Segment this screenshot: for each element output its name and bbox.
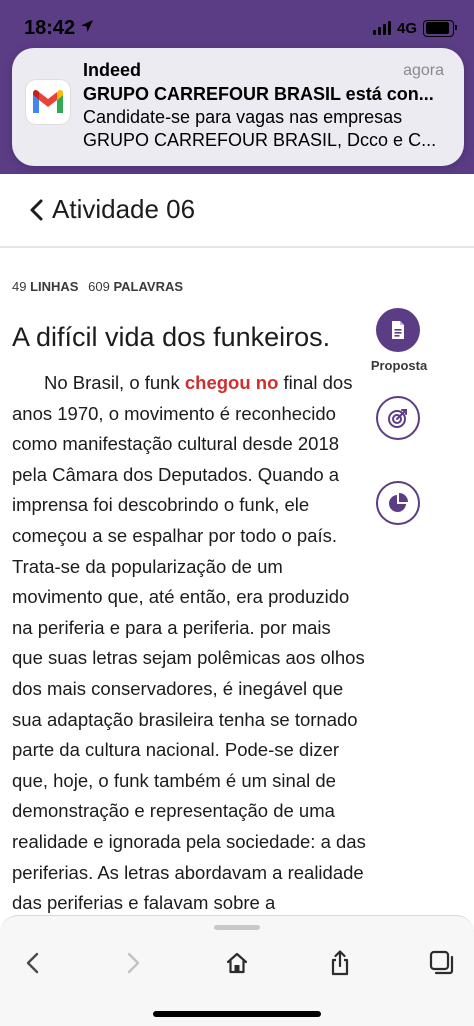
essay-highlight[interactable]: chegou no <box>185 372 279 393</box>
lines-label: LINHAS <box>30 279 79 294</box>
home-icon[interactable] <box>222 948 252 978</box>
tabs-icon[interactable] <box>427 948 457 978</box>
location-arrow-icon <box>81 20 93 32</box>
home-indicator <box>153 1011 321 1017</box>
notification-body-line2: GRUPO CARREFOUR BRASIL, Dcco e C... <box>83 130 437 150</box>
status-indicators: 4G <box>372 19 457 37</box>
back-arrow-icon[interactable] <box>18 948 48 978</box>
notification-title: GRUPO CARREFOUR BRASIL está con... <box>83 84 434 104</box>
signal-icon <box>372 21 391 35</box>
page-header: Atividade 06 <box>0 174 474 248</box>
browser-toolbar <box>0 915 474 1026</box>
document-icon <box>392 321 404 339</box>
essay-title: A difícil vida dos funkeiros. <box>12 322 331 352</box>
sheet-grabber[interactable] <box>214 925 260 930</box>
notification-time: agora <box>403 62 444 79</box>
forward-arrow-icon[interactable] <box>118 948 148 978</box>
lines-count: 49 <box>12 279 27 294</box>
battery-level <box>425 22 449 34</box>
notification-app-name: Indeed <box>83 60 142 80</box>
essay-stats: 49 LINHAS 609 PALAVRAS <box>12 279 189 294</box>
notification-banner[interactable]: Indeed agora GRUPO CARREFOUR BRASIL está… <box>12 48 464 166</box>
essay-text-start: No Brasil, o funk <box>44 372 185 393</box>
words-label: PALAVRAS <box>113 279 184 294</box>
essay-text-rest: final dos anos 1970, o movimento é recon… <box>12 372 366 914</box>
proposta-button[interactable] <box>376 308 420 352</box>
network-type: 4G <box>396 19 417 37</box>
battery-icon <box>423 19 457 37</box>
words-count: 609 <box>88 279 110 294</box>
page-title: Atividade 06 <box>52 194 196 224</box>
essay-text: No Brasil, o funk chegou no final dos an… <box>12 368 366 919</box>
gmail-icon <box>26 80 70 124</box>
target-button[interactable] <box>376 396 420 440</box>
chevron-left-icon[interactable] <box>26 196 48 224</box>
proposta-label: Proposta <box>370 358 428 373</box>
pie-chart-button[interactable] <box>376 481 420 525</box>
notification-body-line1: Candidate-se para vagas nas empresas <box>83 107 403 127</box>
share-icon[interactable] <box>325 948 355 978</box>
status-time: 18:42 <box>24 17 76 39</box>
target-icon <box>388 409 407 428</box>
pie-chart-icon <box>389 493 408 512</box>
